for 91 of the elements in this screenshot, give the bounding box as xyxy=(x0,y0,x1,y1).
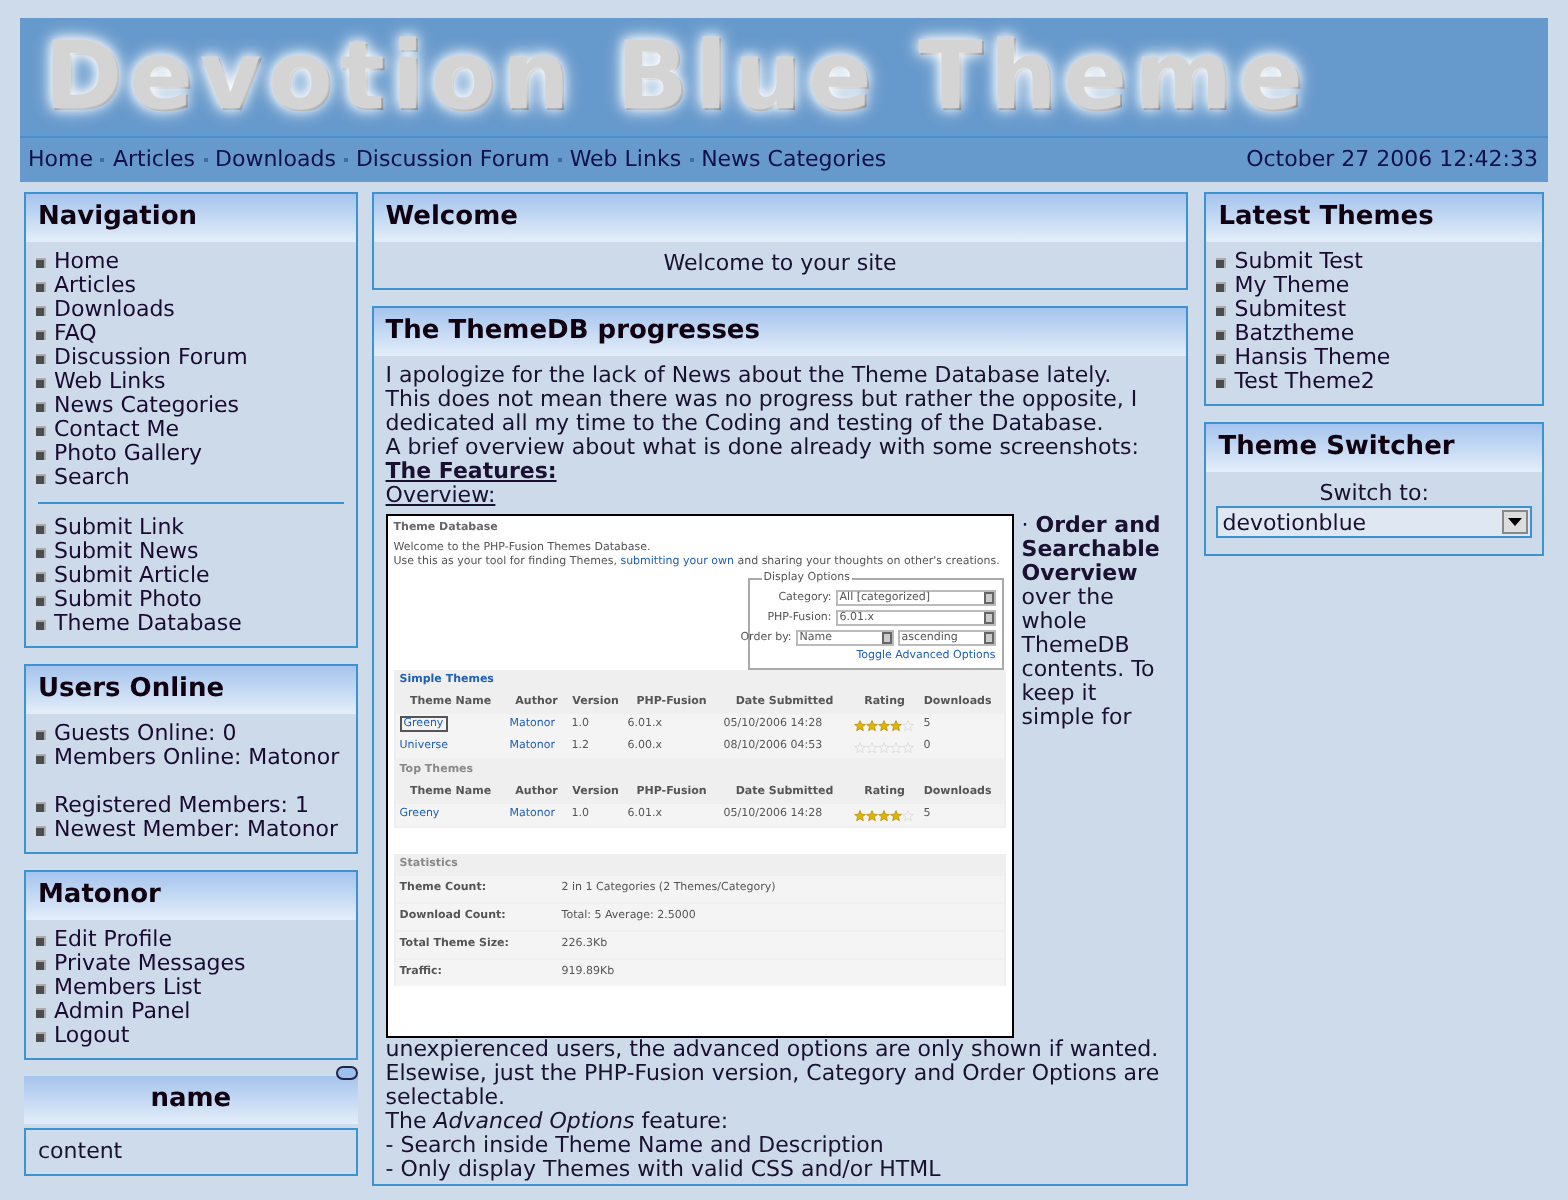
bullet-icon xyxy=(1216,377,1227,387)
bullet-icon xyxy=(36,353,46,363)
sidebar-link[interactable]: Test Theme2 xyxy=(1234,370,1375,394)
sidebar-link[interactable]: Registered Members: 1 xyxy=(54,794,309,818)
bullet-icon xyxy=(36,257,46,267)
sidebar-link[interactable]: Home xyxy=(54,250,119,274)
bullet-icon xyxy=(36,935,46,945)
bullet-icon xyxy=(1216,305,1227,315)
panel-title: Users Online xyxy=(38,672,225,709)
article-paragraph: This does not mean there was no progress but rather the opposite, I dedicated all my time to the Coding and testing of the Database. xyxy=(385,388,1140,436)
bullet-icon xyxy=(36,281,46,291)
panel-title: Theme Switcher xyxy=(1218,430,1455,467)
article-paragraph: - Search inside Theme Name and Description xyxy=(385,1134,886,1158)
sidebar-link[interactable]: FAQ xyxy=(54,322,97,346)
bullet-icon xyxy=(36,547,46,557)
sidebar-link[interactable]: My Theme xyxy=(1234,274,1350,298)
bullet-icon xyxy=(36,377,46,387)
panel-content: content xyxy=(38,1138,123,1164)
sidebar-link[interactable]: Submit News xyxy=(54,540,199,564)
bullet-icon xyxy=(1216,257,1227,267)
sidebar-link[interactable]: Hansis Theme xyxy=(1234,346,1391,370)
sidebar-link[interactable]: Admin Panel xyxy=(54,1000,191,1024)
bullet-icon xyxy=(36,473,46,483)
sidebar-link[interactable]: Private Messages xyxy=(54,952,246,976)
article-paragraph: I apologize for the lack of News about the Theme Database lately. xyxy=(385,364,1114,388)
bullet-icon xyxy=(36,401,46,411)
bullet-icon xyxy=(36,571,46,581)
panel-title: Latest Themes xyxy=(1218,200,1434,237)
bullet-icon xyxy=(36,329,46,339)
bullet-icon xyxy=(36,619,46,629)
bullet-icon xyxy=(36,523,46,533)
sidebar-link[interactable]: Members Online: Matonor xyxy=(54,746,340,770)
sidebar-link[interactable]: Discussion Forum xyxy=(54,346,248,370)
site-title: Devotion Blue Theme xyxy=(44,27,1310,127)
sidebar-link[interactable]: Submit Photo xyxy=(54,588,202,612)
sidebar-link[interactable]: Photo Gallery xyxy=(54,442,203,466)
nav-link[interactable]: News Categories xyxy=(701,143,887,177)
section-heading: Overview: xyxy=(385,484,498,508)
sidebar-link[interactable]: Contact Me xyxy=(54,418,180,442)
welcome-text: Welcome to your site xyxy=(663,250,897,276)
nav-link[interactable]: Home xyxy=(28,143,93,177)
bullet-icon xyxy=(36,595,46,605)
sidebar-link[interactable]: Logout xyxy=(54,1024,130,1048)
article-paragraph: - Only display Themes with valid CSS and/or HTML xyxy=(385,1158,943,1182)
sidebar-link[interactable]: Submit Test xyxy=(1234,250,1363,274)
theme-select[interactable]: devotionblue xyxy=(1216,506,1532,538)
bullet-icon xyxy=(36,1031,46,1041)
sidebar-link[interactable]: Submitest xyxy=(1234,298,1347,322)
date-time: October 27 2006 12:42:33 xyxy=(1246,143,1540,176)
article-paragraph: unexpierenced users, the advanced options are only shown if wanted. Elsewise, just the PHP-Fusion version, Category and Order Options are selectable. xyxy=(385,1038,1162,1110)
sidebar-link[interactable]: Search xyxy=(54,466,130,490)
nav-link[interactable]: Discussion Forum xyxy=(355,143,550,177)
sidebar-link[interactable]: News Categories xyxy=(54,394,240,418)
article-paragraph: · Order and Searchable Overview over the whole ThemeDB contents. To keep it simple for xyxy=(1021,514,1163,730)
bullet-icon xyxy=(36,729,46,739)
panel-title: The ThemeDB progresses xyxy=(385,314,760,351)
sidebar-link[interactable]: Edit Profile xyxy=(54,928,173,952)
sidebar-link[interactable]: Submit Article xyxy=(54,564,210,588)
bullet-icon xyxy=(36,801,46,811)
bullet-icon xyxy=(1216,329,1227,339)
bullet-icon xyxy=(36,1007,46,1017)
article-paragraph: A brief overview about what is done already with some screenshots: xyxy=(385,436,1141,460)
bullet-icon xyxy=(36,449,46,459)
nav-link[interactable]: Downloads xyxy=(215,143,336,177)
nav-link[interactable]: Articles xyxy=(112,143,196,177)
field-label: Switch to: xyxy=(1319,480,1429,506)
bullet-icon xyxy=(36,425,46,435)
section-heading: The Features: xyxy=(385,460,559,484)
bullet-icon xyxy=(1216,353,1227,363)
panel-title: name xyxy=(150,1082,232,1119)
sidebar-link[interactable]: Theme Database xyxy=(54,612,242,636)
nav-link[interactable]: Web Links xyxy=(569,143,682,177)
bullet-icon xyxy=(36,825,46,835)
bullet-icon xyxy=(36,753,46,763)
sidebar-link[interactable]: Guests Online: 0 xyxy=(54,722,237,746)
collapse-toggle-icon[interactable] xyxy=(335,1066,358,1080)
sidebar-link[interactable]: Articles xyxy=(54,274,137,298)
sidebar-link[interactable]: Submit Link xyxy=(54,516,185,540)
bullet-icon xyxy=(36,983,46,993)
bullet-icon xyxy=(1216,281,1227,291)
sidebar-link[interactable]: Batztheme xyxy=(1234,322,1355,346)
panel-title: Welcome xyxy=(385,200,518,237)
sidebar-link[interactable]: Newest Member: Matonor xyxy=(54,818,339,842)
panel-title: Matonor xyxy=(38,878,161,915)
sidebar-link[interactable]: Members List xyxy=(54,976,202,1000)
bullet-icon xyxy=(36,305,46,315)
sidebar-link[interactable]: Web Links xyxy=(54,370,166,394)
article-paragraph: The Advanced Options feature: xyxy=(385,1110,731,1134)
bullet-icon xyxy=(36,959,46,969)
panel-title: Navigation xyxy=(38,200,198,237)
sidebar-link[interactable]: Downloads xyxy=(54,298,175,322)
